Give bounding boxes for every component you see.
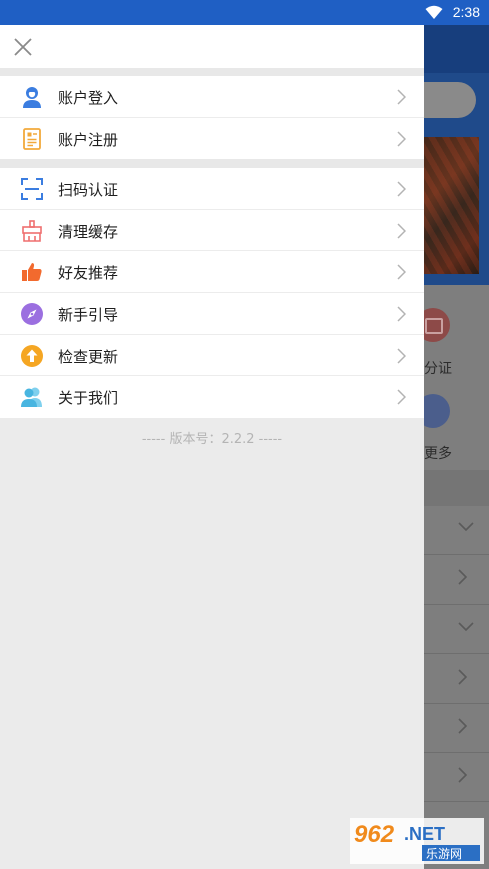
chevron-right-icon xyxy=(458,669,472,685)
chevron-right-icon xyxy=(397,264,406,280)
menu-item-check-update[interactable]: 检查更新 xyxy=(0,335,424,377)
menu-item-guide[interactable]: 新手引导 xyxy=(0,293,424,335)
background-search-bar xyxy=(424,82,476,118)
menu-item-register[interactable]: 账户注册 xyxy=(0,118,424,160)
background-divider xyxy=(424,554,489,555)
menu-item-recommend[interactable]: 好友推荐 xyxy=(0,251,424,294)
background-section-bar xyxy=(424,470,489,506)
chevron-right-icon xyxy=(397,89,406,105)
chevron-right-icon xyxy=(458,718,472,734)
update-arrow-icon xyxy=(21,344,43,367)
navigation-drawer: 账户登入 账户注册 扫码认证 清理缓存 好友推荐 新手引导 检查更新 关于我们 … xyxy=(0,25,424,869)
user-icon xyxy=(23,87,41,108)
chevron-right-icon xyxy=(397,306,406,322)
menu-item-clear-cache[interactable]: 清理缓存 xyxy=(0,210,424,252)
menu-item-label: 好友推荐 xyxy=(58,264,119,283)
people-icon xyxy=(21,387,42,408)
svg-text:乐游网: 乐游网 xyxy=(426,847,462,861)
menu-item-label: 账户注册 xyxy=(58,130,119,149)
compass-icon xyxy=(21,303,43,326)
tools-menu-group: 扫码认证 清理缓存 好友推荐 新手引导 检查更新 关于我们 xyxy=(0,168,424,419)
register-form-icon xyxy=(23,127,41,150)
menu-item-label: 清理缓存 xyxy=(58,222,119,241)
background-label-id: 分证 xyxy=(424,361,452,377)
scan-icon xyxy=(21,178,43,200)
background-photo-texture xyxy=(424,137,479,274)
chevron-down-icon xyxy=(458,622,474,636)
background-divider xyxy=(424,653,489,654)
menu-item-label: 关于我们 xyxy=(58,389,119,408)
watermark-logo: 962 .NET 乐游网 xyxy=(350,818,484,864)
close-icon[interactable] xyxy=(11,35,35,59)
background-divider xyxy=(424,703,489,704)
menu-item-label: 账户登入 xyxy=(58,89,119,107)
background-divider xyxy=(424,604,489,605)
status-time: 2:38 xyxy=(452,4,480,20)
menu-item-label: 新手引导 xyxy=(58,306,119,325)
chevron-right-icon xyxy=(458,569,472,585)
menu-item-login[interactable]: 账户登入 xyxy=(0,76,424,118)
menu-item-about[interactable]: 关于我们 xyxy=(0,376,424,418)
chevron-down-icon xyxy=(458,522,474,536)
background-divider xyxy=(424,752,489,753)
wifi-icon xyxy=(425,5,443,19)
chevron-right-icon xyxy=(397,389,406,405)
background-divider xyxy=(424,801,489,802)
svg-text:.NET: .NET xyxy=(404,824,445,844)
background-label-more: 更多 xyxy=(424,446,452,462)
thumbs-up-icon xyxy=(22,263,42,282)
background-app: 分证 更多 xyxy=(424,25,489,869)
chevron-right-icon xyxy=(397,348,406,364)
account-menu-group: 账户登入 账户注册 xyxy=(0,76,424,160)
drawer-header xyxy=(0,25,424,68)
chevron-right-icon xyxy=(397,223,406,239)
status-bar: 2:38 xyxy=(0,0,489,25)
menu-item-label: 扫码认证 xyxy=(58,181,119,199)
menu-item-label: 检查更新 xyxy=(58,347,119,366)
clean-cache-icon xyxy=(22,219,42,242)
chevron-right-icon xyxy=(397,131,406,147)
chevron-right-icon xyxy=(458,767,472,783)
version-label: ----- 版本号：2.2.2 ----- xyxy=(141,432,283,447)
menu-item-scan[interactable]: 扫码认证 xyxy=(0,168,424,210)
svg-text:962: 962 xyxy=(354,821,395,848)
background-header xyxy=(424,25,489,73)
chevron-right-icon xyxy=(397,181,406,197)
